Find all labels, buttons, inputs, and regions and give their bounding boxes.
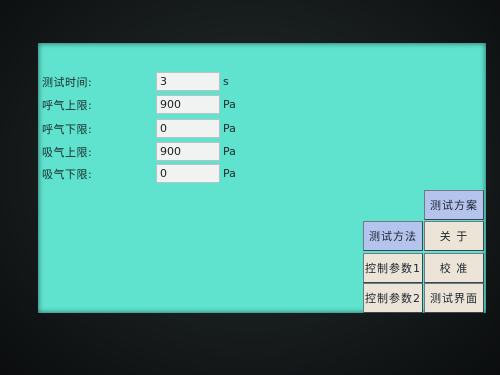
calibrate-button[interactable]: 校 准 [424, 253, 484, 283]
field-test-time: 测试时间: 3 s [38, 72, 298, 92]
inhale-upper-label: 吸气上限: [42, 146, 93, 159]
test-screen-button[interactable]: 测试界面 [424, 283, 484, 313]
exhale-upper-label: 呼气上限: [42, 99, 93, 112]
hmi-screen: 测试时间: 3 s 呼气上限: 900 Pa 呼气下限: 0 Pa 吸气上限: … [38, 43, 486, 313]
inhale-lower-unit: Pa [223, 167, 236, 180]
field-exhale-upper: 呼气上限: 900 Pa [38, 95, 298, 115]
test-time-label: 测试时间: [42, 76, 93, 89]
exhale-lower-input[interactable]: 0 [156, 119, 220, 138]
test-plan-button[interactable]: 测试方案 [424, 190, 484, 220]
control-params-1-button[interactable]: 控制参数1 [363, 253, 423, 283]
inhale-upper-unit: Pa [223, 145, 236, 158]
control-params-2-button[interactable]: 控制参数2 [363, 283, 423, 313]
exhale-lower-label: 呼气下限: [42, 123, 93, 136]
inhale-upper-input[interactable]: 900 [156, 142, 220, 161]
field-exhale-lower: 呼气下限: 0 Pa [38, 119, 298, 139]
inhale-lower-label: 吸气下限: [42, 168, 93, 181]
field-inhale-upper: 吸气上限: 900 Pa [38, 142, 298, 162]
inhale-lower-input[interactable]: 0 [156, 164, 220, 183]
exhale-upper-input[interactable]: 900 [156, 95, 220, 114]
exhale-lower-unit: Pa [223, 122, 236, 135]
test-time-input[interactable]: 3 [156, 72, 220, 91]
exhale-upper-unit: Pa [223, 98, 236, 111]
about-button[interactable]: 关 于 [424, 221, 484, 251]
test-time-unit: s [223, 75, 229, 88]
test-method-button[interactable]: 测试方法 [363, 221, 423, 251]
field-inhale-lower: 吸气下限: 0 Pa [38, 164, 298, 184]
